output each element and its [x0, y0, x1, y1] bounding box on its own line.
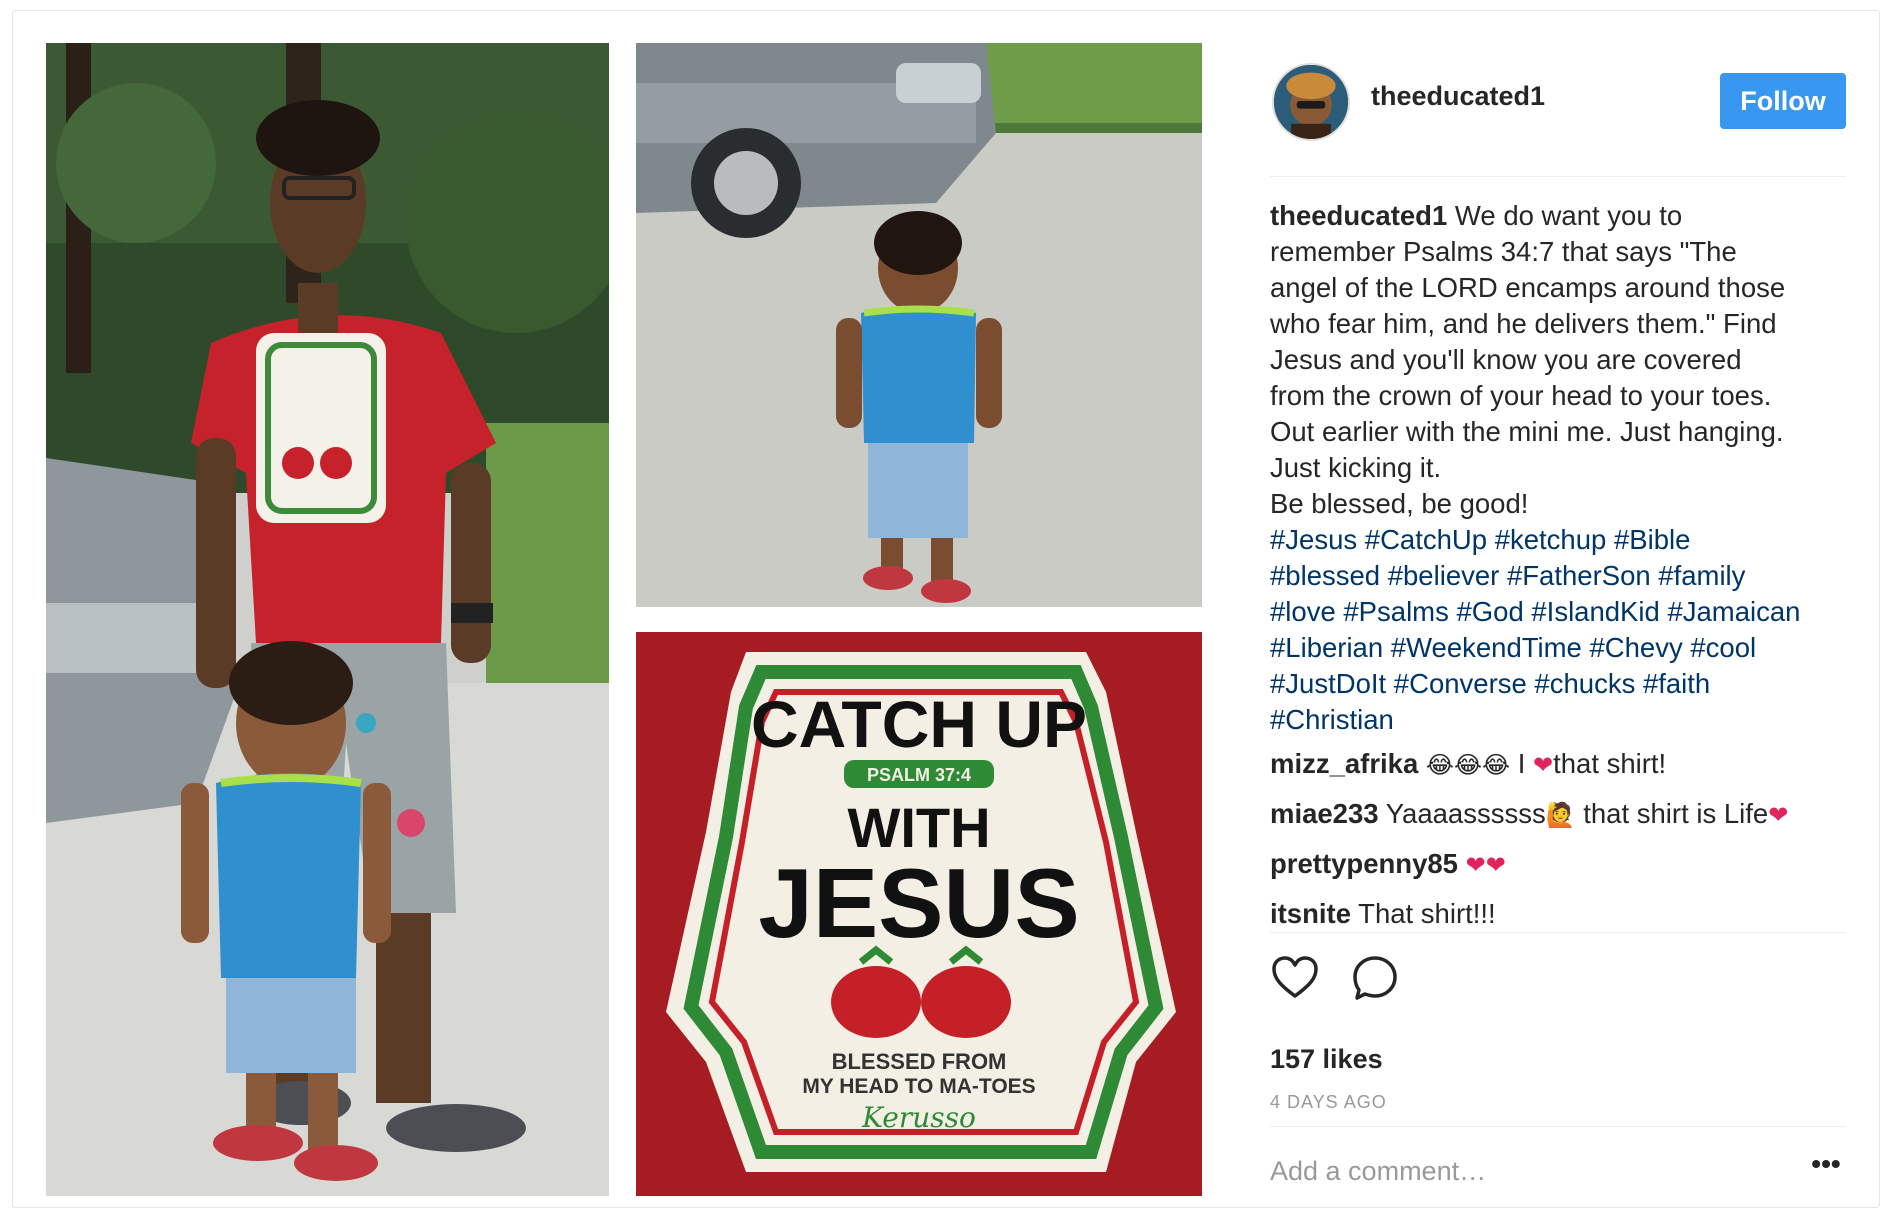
comments-divider: [1270, 932, 1846, 933]
hashtag-line[interactable]: #Christian: [1270, 702, 1846, 738]
post-photo-father-son[interactable]: [46, 43, 609, 1196]
shirt-text-head-to-toes: MY HEAD TO MA-TOES: [802, 1075, 1035, 1098]
photo-shirt-closeup-image: CATCH UP PSALM 37:4 WITH JESUS BLESSED F…: [636, 632, 1202, 1196]
caption-text: We do want you to: [1454, 200, 1683, 231]
photo-father-son-image: [46, 43, 609, 1196]
laughing-emoji-icon: 😂😂😂: [1425, 751, 1511, 779]
post-timestamp: 4 DAYS AGO: [1270, 1092, 1387, 1112]
like-heart-icon[interactable]: [1270, 953, 1320, 1003]
post-card: CATCH UP PSALM 37:4 WITH JESUS BLESSED F…: [12, 10, 1880, 1208]
post-photo-shirt-closeup[interactable]: CATCH UP PSALM 37:4 WITH JESUS BLESSED F…: [636, 632, 1202, 1196]
comment-text: Yaaaassssss: [1385, 798, 1546, 829]
comment-username[interactable]: prettypenny85: [1270, 848, 1458, 879]
hashtag-line[interactable]: #Liberian #WeekendTime #Chevy #cool: [1270, 630, 1846, 666]
photo-boy-driveway-image: [636, 43, 1202, 607]
caption-line: Out earlier with the mini me. Just hangi…: [1270, 416, 1784, 447]
avatar-image: [1274, 65, 1348, 139]
caption-line: angel of the LORD encamps around those: [1270, 272, 1786, 303]
hashtag-line[interactable]: #JustDoIt #Converse #chucks #faith: [1270, 666, 1846, 702]
follow-button[interactable]: Follow: [1720, 73, 1846, 129]
caption-line: from the crown of your head to your toes…: [1270, 380, 1772, 411]
post-photo-boy-driveway[interactable]: [636, 43, 1202, 607]
comment-text: That shirt!!!: [1358, 898, 1496, 929]
caption-line: Jesus and you'll know you are covered: [1270, 344, 1742, 375]
shirt-text-brand: Kerusso: [861, 1101, 976, 1134]
heart-emoji-icon: ❤❤: [1465, 851, 1506, 879]
heart-emoji-icon: ❤: [1768, 801, 1789, 829]
post-side-panel: theeducated1 Follow theeducated1 We do w…: [1270, 43, 1846, 1203]
header-divider: [1270, 176, 1846, 177]
shirt-text-blessed-from: BLESSED FROM: [832, 1049, 1007, 1074]
shirt-text-psalm-ref: PSALM 37:4: [867, 765, 971, 785]
likes-count[interactable]: 157 likes: [1270, 1044, 1383, 1075]
comment-username[interactable]: itsnite: [1270, 898, 1351, 929]
post-caption: theeducated1 We do want you to remember …: [1270, 198, 1846, 738]
shirt-text-jesus: JESUS: [758, 848, 1079, 958]
post-header: theeducated1 Follow: [1270, 61, 1846, 141]
comment-item: prettypenny85 ❤❤: [1270, 840, 1846, 888]
comment-item: itsnite That shirt!!!: [1270, 890, 1846, 938]
add-comment-input[interactable]: [1270, 1143, 1790, 1199]
footer-divider: [1270, 1126, 1846, 1127]
caption-line: theeducated1 We do want you to: [1270, 198, 1846, 234]
comments-section: theeducated1 We do want you to remember …: [1270, 198, 1846, 938]
comment-item: mizz_afrika 😂😂😂 I ❤that shirt!: [1270, 740, 1846, 788]
caption-line: Be blessed, be good!: [1270, 488, 1529, 519]
comment-text: that shirt!: [1553, 748, 1667, 779]
person-raising-hand-emoji-icon: 🙋: [1545, 801, 1576, 829]
hashtag-line[interactable]: #Jesus #CatchUp #ketchup #Bible: [1270, 522, 1846, 558]
hashtag-line[interactable]: #blessed #believer #FatherSon #family: [1270, 558, 1846, 594]
comment-text: that shirt is Life: [1575, 798, 1769, 829]
heart-emoji-icon: ❤: [1532, 751, 1554, 779]
hashtag-line[interactable]: #love #Psalms #God #IslandKid #Jamaican: [1270, 594, 1846, 630]
caption-username[interactable]: theeducated1: [1270, 200, 1447, 231]
caption-line: who fear him, and he delivers them." Fin…: [1270, 308, 1777, 339]
comment-username[interactable]: mizz_afrika: [1270, 748, 1418, 779]
comment-item: miae233 Yaaaassssss🙋 that shirt is Life❤: [1270, 790, 1846, 838]
more-options-icon[interactable]: •••: [1806, 1150, 1846, 1185]
caption-line: remember Psalms 34:7 that says "The: [1270, 236, 1737, 267]
avatar[interactable]: [1272, 63, 1350, 141]
comment-username[interactable]: miae233: [1270, 798, 1379, 829]
comment-text: I: [1510, 748, 1533, 779]
shirt-text-catch-up: CATCH UP: [751, 687, 1087, 761]
caption-line: Just kicking it.: [1270, 452, 1442, 483]
post-author-username[interactable]: theeducated1: [1371, 81, 1545, 112]
comment-bubble-icon[interactable]: [1350, 953, 1400, 1003]
post-actions: [1270, 953, 1846, 1009]
